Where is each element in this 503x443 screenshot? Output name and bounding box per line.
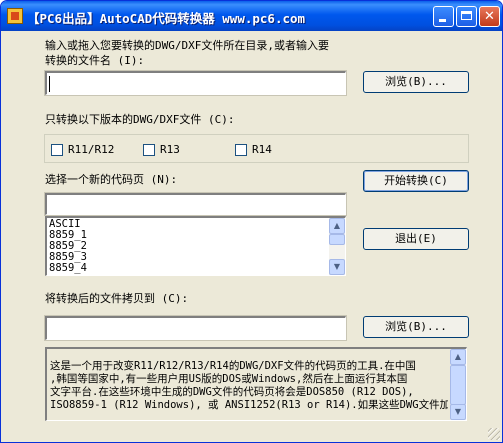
codepage-list[interactable]: ASCII 8859_1 8859_2 8859_3 8859_4 ▲ ▼ <box>45 216 346 276</box>
description-line: 文字平台.在这些环境中生成的DWG文件的代码页将会是DOS850 (R12 DO… <box>50 386 414 398</box>
copy-target-input[interactable] <box>44 315 347 341</box>
close-button[interactable]: ✕ <box>479 6 500 27</box>
description-line: ,韩国等国家中,有一些用户用US版的DOS或Windows,然后在上面运行其本国 <box>50 373 408 385</box>
checkbox-r13[interactable] <box>143 144 155 156</box>
resize-grip-icon[interactable] <box>488 428 500 440</box>
version-filter-label: 只转换以下版本的DWG/DXF文件 (C): <box>45 113 235 126</box>
scroll-down-icon[interactable]: ▼ <box>329 259 345 275</box>
start-convert-button[interactable]: 开始转换(C) <box>363 170 469 192</box>
source-browse-button[interactable]: 浏览(B)... <box>363 71 469 93</box>
codepage-label: 选择一个新的代码页 (N): <box>45 173 178 186</box>
scroll-thumb[interactable] <box>450 365 466 405</box>
checkbox-r13-label[interactable]: R13 <box>160 142 180 157</box>
description-line: ISO8859-1 (R12 Windows), 或 ANSI1252(R13 … <box>50 399 448 411</box>
checkbox-r11-r12[interactable] <box>51 144 63 156</box>
codepage-input[interactable] <box>44 192 347 216</box>
source-label-line1: 输入或拖入您要转换的DWG/DXF文件所在目录,或者输入要 <box>45 39 329 52</box>
description-line: 这是一个用于改变R11/R12/R13/R14的DWG/DXF文件的代码页的工具… <box>50 360 416 372</box>
maximize-button[interactable] <box>456 6 477 27</box>
title-bar[interactable]: 【PC6出品】AutoCAD代码转换器 www.pc6.com ✕ <box>1 1 502 31</box>
description-text: 这是一个用于改变R11/R12/R13/R14的DWG/DXF文件的代码页的工具… <box>50 360 448 412</box>
scroll-up-icon[interactable]: ▲ <box>450 349 466 365</box>
description-box[interactable]: 这是一个用于改变R11/R12/R13/R14的DWG/DXF文件的代码页的工具… <box>45 347 467 421</box>
exit-button[interactable]: 退出(E) <box>363 228 469 250</box>
window-title: 【PC6出品】AutoCAD代码转换器 www.pc6.com <box>27 11 306 26</box>
scroll-down-icon[interactable]: ▼ <box>450 404 466 420</box>
list-item[interactable]: 8859_4 <box>49 263 87 274</box>
codepage-scrollbar[interactable]: ▲ ▼ <box>329 218 345 275</box>
copy-target-label: 将转换后的文件拷贝到 (C): <box>45 292 189 305</box>
checkbox-r14[interactable] <box>235 144 247 156</box>
source-path-input[interactable] <box>44 70 347 96</box>
description-scrollbar[interactable]: ▲ ▼ <box>450 349 466 420</box>
copy-target-browse-button[interactable]: 浏览(B)... <box>363 316 469 338</box>
app-window: 【PC6出品】AutoCAD代码转换器 www.pc6.com ✕ 输入或拖入您… <box>0 0 503 443</box>
checkbox-r14-label[interactable]: R14 <box>252 142 272 157</box>
checkbox-r11-r12-label[interactable]: R11/R12 <box>68 142 114 157</box>
scroll-thumb[interactable] <box>329 234 345 245</box>
app-icon[interactable] <box>7 8 23 24</box>
minimize-button[interactable] <box>433 6 454 27</box>
source-label-line2: 转换的文件名 (I): <box>45 54 145 67</box>
scroll-up-icon[interactable]: ▲ <box>329 218 345 234</box>
